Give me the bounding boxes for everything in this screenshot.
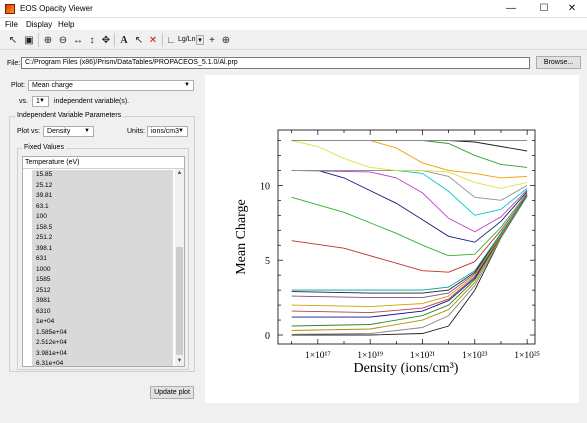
chart: 1×10¹⁷ 1×10¹⁹ 1×10²¹ 1×10²³ 1×10²⁵ 0 5 10 Mean … [234, 129, 540, 376]
series-line-19 [291, 140, 528, 152]
pan-all-icon[interactable]: ✥ [99, 33, 113, 47]
list-item[interactable]: 39.81 [32, 191, 173, 202]
vs-count-select[interactable]: 1 ▼ [32, 96, 49, 107]
list-header: Temperature (eV) [23, 157, 184, 169]
crosshair-target-icon[interactable]: ⊕ [219, 33, 233, 47]
plot-quantity-select[interactable]: Mean charge ▼ [28, 80, 194, 91]
plot-vs-value: Density [47, 128, 71, 135]
series-line-16 [291, 140, 528, 189]
chevron-down-icon: ▼ [184, 82, 190, 88]
list-item[interactable]: 25.12 [32, 180, 173, 191]
minimize-icon[interactable]: — [496, 0, 526, 18]
menu-bar [0, 18, 587, 30]
list-item[interactable]: 1.585e+04 [32, 327, 173, 338]
series-line-2 [291, 195, 528, 331]
select-arrow-icon[interactable]: ↖ [6, 33, 20, 47]
y-axis-label: Mean Charge [234, 199, 249, 275]
pointer-arrow-icon[interactable]: ↖ [132, 33, 146, 47]
text-annotate-icon[interactable]: A [117, 33, 131, 47]
x-axis-label: Density (ions/cm³) [354, 361, 459, 376]
list-item[interactable]: 2512 [32, 285, 173, 296]
chevron-down-icon: ▼ [84, 128, 90, 134]
list-item[interactable]: 63.1 [32, 201, 173, 212]
list-item[interactable]: 2.512e+04 [32, 338, 173, 349]
toolbar-separator [162, 33, 163, 47]
x-tick-label: 1×10²⁵ [514, 351, 540, 361]
plot-vs-select[interactable]: Density ▼ [43, 126, 94, 137]
plot-label: Plot: [11, 82, 26, 89]
delete-x-icon[interactable]: ✕ [146, 33, 160, 47]
series-line-10 [291, 194, 528, 273]
menu-file[interactable]: File [5, 20, 18, 29]
units-value: ions/cm3 [151, 128, 180, 135]
file-path-input[interactable]: C:/Program Files (x86)/Prism/DataTables/… [21, 57, 530, 69]
list-item[interactable]: 3.981e+04 [32, 348, 173, 359]
scale-dropdown-icon[interactable]: ▾ [196, 35, 204, 45]
zoom-out-icon[interactable]: ⊖ [56, 33, 70, 47]
app-logo-icon [5, 4, 15, 14]
plot-area[interactable]: 1×10¹⁷ 1×10¹⁹ 1×10²¹ 1×10²³ 1×10²⁵ 0 5 10 Mean … [205, 75, 579, 403]
list-item[interactable]: 251.2 [32, 233, 173, 244]
update-plot-button[interactable]: Update plot [150, 386, 194, 399]
list-item[interactable]: 6.31e+04 [32, 359, 173, 366]
list-item[interactable]: 1e+04 [32, 317, 173, 328]
zoom-box-icon[interactable]: ▣ [22, 33, 36, 47]
crosshair-plus-icon[interactable]: + [205, 33, 219, 47]
toolbar-separator [114, 33, 115, 47]
y-tick-label: 5 [265, 256, 270, 267]
list-item[interactable]: 3981 [32, 296, 173, 307]
list-item[interactable]: 6310 [32, 306, 173, 317]
list-item[interactable]: 15.85 [32, 170, 173, 181]
x-tick-label: 1×10²¹ [410, 351, 435, 361]
plot-vs-label: Plot vs: [17, 128, 40, 135]
vs-label: vs. [19, 98, 28, 105]
list-item[interactable]: 1000 [32, 264, 173, 275]
window-title: EOS Opacity Viewer [20, 4, 93, 13]
y-tick-label: 0 [265, 331, 270, 342]
series-line-1 [291, 195, 528, 335]
x-tick-label: 1×10¹⁷ [305, 351, 331, 361]
chevron-down-icon: ▼ [178, 128, 184, 134]
chevron-down-icon: ▼ [39, 98, 45, 104]
zoom-in-icon[interactable]: ⊕ [41, 33, 55, 47]
maximize-icon[interactable]: ☐ [529, 0, 559, 18]
vs-suffix-label: independent variable(s). [54, 98, 130, 105]
file-label: File: [7, 60, 21, 67]
list-item[interactable]: 100 [32, 212, 173, 223]
series-line-13 [291, 169, 528, 233]
close-window-icon[interactable]: ✕ [557, 0, 587, 18]
series-line-9 [291, 195, 528, 291]
units-select[interactable]: ions/cm3 ▼ [147, 126, 188, 137]
list-item[interactable]: 398.1 [32, 243, 173, 254]
plot-quantity-value: Mean charge [32, 82, 73, 89]
series-line-0 [291, 195, 528, 336]
x-tick-label: 1×10²³ [462, 351, 487, 361]
pan-horizontal-icon[interactable]: ↔ [71, 33, 85, 47]
y-tick-label: 10 [260, 181, 270, 192]
list-item[interactable]: 631 [32, 254, 173, 265]
toolbar-separator [38, 33, 39, 47]
series-line-3 [291, 195, 528, 327]
pan-vertical-icon[interactable]: ↕ [85, 33, 99, 47]
list-item[interactable]: 158.5 [32, 222, 173, 233]
list-item[interactable]: 1585 [32, 275, 173, 286]
ivp-group-title: Independent Variable Parameters [15, 112, 124, 119]
fixed-values-title: Fixed Values [22, 144, 66, 151]
series-line-12 [291, 169, 528, 243]
axes-icon[interactable]: ∟ [164, 33, 178, 47]
menu-help[interactable]: Help [58, 20, 74, 29]
x-tick-label: 1×10¹⁹ [357, 351, 383, 361]
units-label: Units: [127, 128, 145, 135]
browse-button[interactable]: Browse... [536, 56, 581, 69]
temperature-list[interactable]: Temperature (eV) 15.85 25.12 39.81 63.1 100 1… [22, 156, 185, 367]
series-line-8 [291, 195, 528, 294]
scroll-down-icon[interactable]: ▼ [175, 357, 184, 366]
scroll-up-icon[interactable]: ▲ [175, 169, 184, 178]
scrollbar-thumb[interactable] [176, 247, 183, 355]
scale-mode-label[interactable]: Lg/Ln [178, 36, 196, 43]
menu-display[interactable]: Display [26, 20, 52, 29]
series-line-14 [291, 169, 528, 216]
